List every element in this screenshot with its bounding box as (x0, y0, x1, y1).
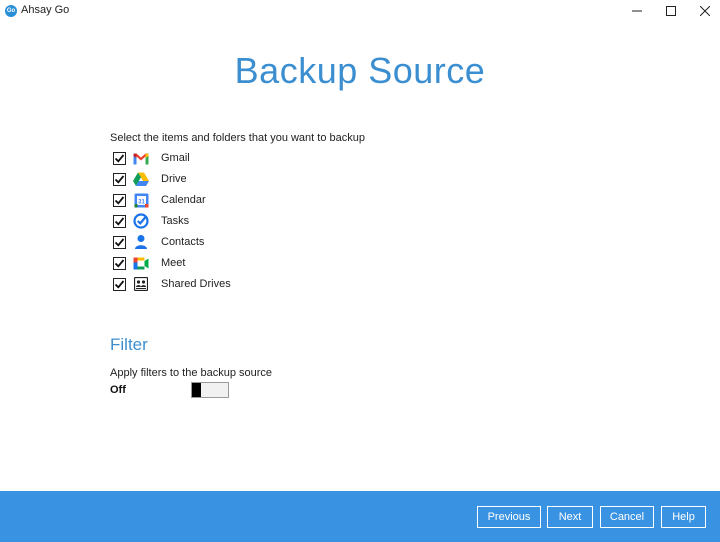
cancel-button[interactable]: Cancel (600, 506, 654, 528)
gmail-checkbox[interactable] (113, 151, 126, 165)
list-item-tasks: Tasks (113, 212, 313, 230)
filter-description: Apply filters to the backup source (110, 367, 273, 379)
minimize-icon (632, 10, 642, 12)
previous-button[interactable]: Previous (477, 506, 541, 528)
meet-checkbox[interactable] (113, 256, 126, 270)
calendar-label: Calendar (161, 194, 206, 206)
instructions-text: Select the items and folders that you wa… (110, 132, 365, 144)
filter-state-label: Off (110, 384, 126, 396)
app-logo-icon: Go (5, 5, 17, 17)
shared-drives-label: Shared Drives (161, 278, 231, 290)
toggle-knob (192, 383, 201, 397)
check-icon (114, 216, 125, 226)
list-item-drive: Drive (113, 170, 313, 188)
filter-heading: Filter (110, 335, 148, 354)
gmail-icon (133, 150, 149, 166)
meet-label: Meet (161, 257, 186, 269)
check-icon (114, 258, 125, 268)
calendar-checkbox[interactable] (113, 193, 126, 207)
title-bar: Go Ahsay Go (0, 0, 720, 22)
contacts-icon (133, 234, 149, 250)
help-button[interactable]: Help (661, 506, 706, 528)
close-icon (700, 6, 710, 16)
shared-drives-checkbox[interactable] (113, 277, 126, 291)
meet-icon (133, 255, 149, 271)
svg-text:31: 31 (138, 199, 145, 205)
minimize-button[interactable] (620, 0, 654, 22)
tasks-icon (133, 213, 149, 229)
drive-label: Drive (161, 173, 187, 185)
maximize-icon (666, 6, 676, 16)
drive-checkbox[interactable] (113, 172, 126, 186)
calendar-icon: 31 (133, 192, 149, 208)
shared-drives-icon (133, 276, 149, 292)
page-title: Backup Source (234, 50, 486, 91)
check-icon (114, 174, 125, 184)
contacts-checkbox[interactable] (113, 235, 126, 249)
close-button[interactable] (688, 0, 720, 22)
check-icon (114, 153, 125, 163)
tasks-checkbox[interactable] (113, 214, 126, 228)
check-icon (114, 195, 125, 205)
list-item-gmail: Gmail (113, 149, 313, 167)
footer-bar: Previous Next Cancel Help (0, 491, 720, 542)
filter-toggle[interactable] (191, 382, 229, 398)
tasks-label: Tasks (161, 215, 190, 227)
contacts-label: Contacts (161, 236, 205, 248)
next-button[interactable]: Next (547, 506, 593, 528)
list-item-meet: Meet (113, 254, 313, 272)
list-item-calendar: 31 Calendar (113, 191, 313, 209)
list-item-shared-drives: Shared Drives (113, 275, 313, 293)
maximize-button[interactable] (654, 0, 688, 22)
gmail-label: Gmail (161, 152, 190, 164)
check-icon (114, 237, 125, 247)
list-item-contacts: Contacts (113, 233, 313, 251)
check-icon (114, 279, 125, 289)
drive-icon (133, 171, 149, 187)
app-title: Ahsay Go (21, 4, 70, 16)
